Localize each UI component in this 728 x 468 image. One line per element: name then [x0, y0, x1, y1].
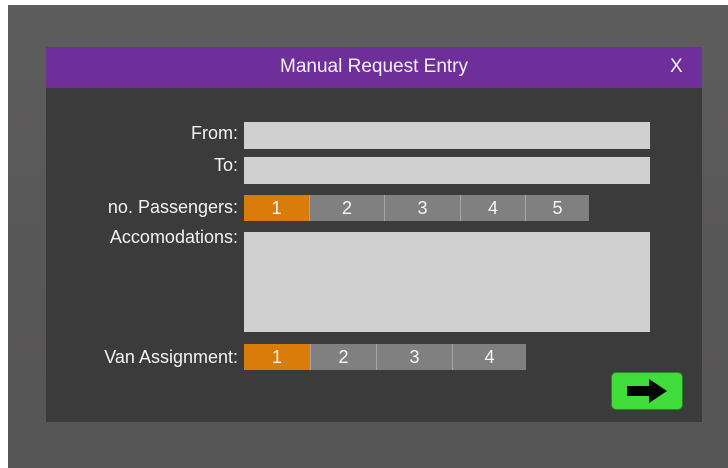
from-label: From:	[191, 123, 238, 143]
app-background: Manual Request Entry X From: To: no. Pas…	[8, 5, 728, 468]
right-arrow-icon	[627, 379, 667, 403]
passengers-option-2[interactable]: 2	[309, 195, 384, 221]
next-button[interactable]	[611, 372, 683, 410]
passengers-option-5[interactable]: 5	[525, 195, 589, 221]
passengers-selector: 1 2 3 4 5	[244, 195, 589, 221]
van-assignment-label: Van Assignment:	[104, 347, 238, 367]
accommodations-textarea[interactable]	[244, 232, 650, 332]
dialog-titlebar: Manual Request Entry X	[46, 47, 702, 88]
from-input[interactable]	[244, 122, 650, 149]
accommodations-label: Accomodations:	[109, 227, 238, 247]
van-option-1[interactable]: 1	[244, 344, 310, 370]
to-label: To:	[213, 155, 238, 175]
van-option-2[interactable]: 2	[310, 344, 376, 370]
van-assignment-selector: 1 2 3 4	[244, 344, 526, 370]
passengers-option-4[interactable]: 4	[460, 195, 525, 221]
passengers-option-1[interactable]: 1	[244, 195, 309, 221]
manual-request-dialog: Manual Request Entry X From: To: no. Pas…	[46, 47, 702, 422]
passengers-label: no. Passengers:	[107, 197, 238, 217]
close-button[interactable]: X	[670, 56, 683, 78]
to-input[interactable]	[244, 157, 650, 184]
van-option-3[interactable]: 3	[376, 344, 452, 370]
passengers-option-3[interactable]: 3	[384, 195, 460, 221]
dialog-title: Manual Request Entry	[280, 56, 468, 77]
van-option-4[interactable]: 4	[452, 344, 526, 370]
